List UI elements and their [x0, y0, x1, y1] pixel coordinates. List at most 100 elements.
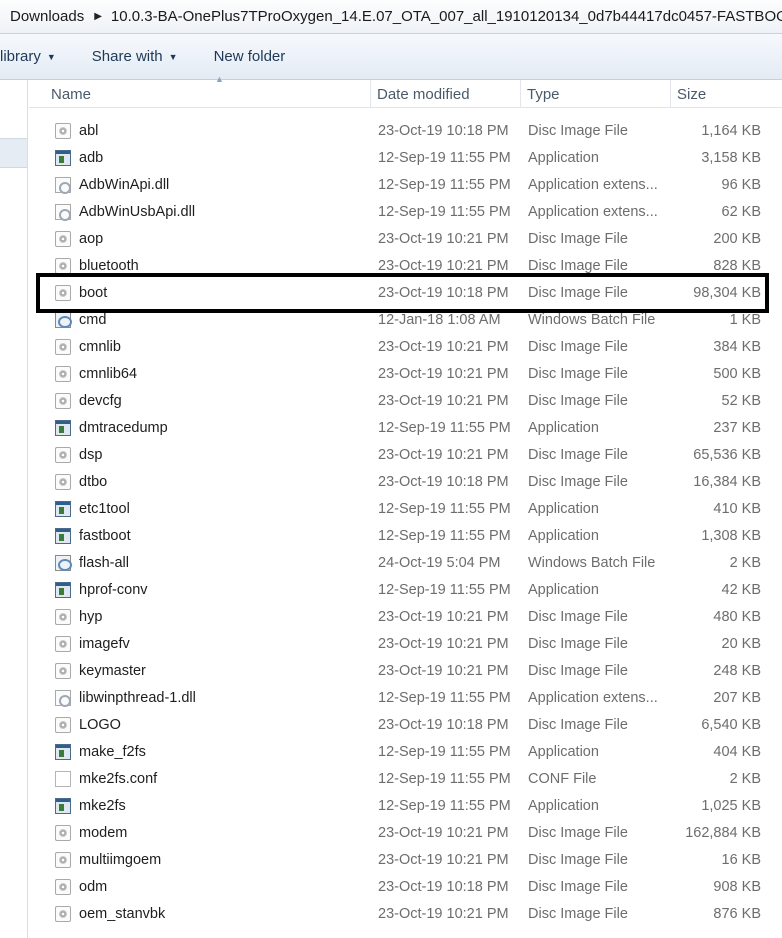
file-name[interactable]: hprof-conv — [79, 576, 369, 603]
file-name[interactable]: dtbo — [79, 468, 369, 495]
file-name[interactable]: make_f2fs — [79, 738, 369, 765]
file-row[interactable]: aop 23-Oct-19 10:21 PM Disc Image File 200 … — [29, 225, 782, 252]
file-type: Disc Image File — [528, 284, 628, 301]
file-row[interactable]: odm 23-Oct-19 10:18 PM Disc Image File 908 … — [29, 873, 782, 900]
file-name[interactable]: AdbWinUsbApi.dll — [79, 198, 369, 225]
file-date-modified: 12-Jan-18 1:08 AM — [378, 311, 501, 328]
file-row[interactable]: make_f2fs 12-Sep-19 11:55 PM Application 40… — [29, 738, 782, 765]
file-name[interactable]: multiimgoem — [79, 846, 369, 873]
share-with-button[interactable]: Share with ▼ — [82, 41, 188, 73]
file-row[interactable]: AdbWinApi.dll 12-Sep-19 11:55 PM Applicati… — [29, 171, 782, 198]
file-name[interactable]: abl — [79, 117, 369, 144]
file-row[interactable]: keymaster 23-Oct-19 10:21 PM Disc Image Fi… — [29, 657, 782, 684]
file-name[interactable]: modem — [79, 819, 369, 846]
file-name[interactable]: hyp — [79, 603, 369, 630]
disc-image-icon — [55, 824, 71, 841]
file-icon-cell — [53, 360, 73, 387]
file-name[interactable]: bluetooth — [79, 252, 369, 279]
file-size: 237 KB — [713, 419, 761, 436]
disc-image-icon — [55, 338, 71, 355]
file-type: Application extens... — [528, 689, 658, 706]
file-type: Application — [528, 797, 599, 814]
file-row[interactable]: LOGO 23-Oct-19 10:18 PM Disc Image File 6,5… — [29, 711, 782, 738]
file-type: Disc Image File — [528, 824, 628, 841]
file-list[interactable]: ▲ Name Date modified Type Size abl 23-Oct… — [29, 74, 782, 938]
file-row[interactable]: dtbo 23-Oct-19 10:18 PM Disc Image File 16,… — [29, 468, 782, 495]
file-name[interactable]: devcfg — [79, 387, 369, 414]
dll-icon — [55, 689, 71, 707]
file-name[interactable]: odm — [79, 873, 369, 900]
navigation-pane-selected-item[interactable] — [0, 138, 27, 168]
file-name[interactable]: aop — [79, 225, 369, 252]
new-folder-button[interactable]: New folder — [204, 41, 296, 73]
file-name[interactable]: cmnlib64 — [79, 360, 369, 387]
file-name[interactable]: AdbWinApi.dll — [79, 171, 369, 198]
file-row[interactable]: multiimgoem 23-Oct-19 10:21 PM Disc Image … — [29, 846, 782, 873]
file-row[interactable]: adb 12-Sep-19 11:55 PM Application 3,158 KB — [29, 144, 782, 171]
file-row[interactable]: dsp 23-Oct-19 10:21 PM Disc Image File 65,5… — [29, 441, 782, 468]
file-name[interactable]: oem_stanvbk — [79, 900, 369, 927]
file-date-modified: 12-Sep-19 11:55 PM — [378, 149, 511, 166]
file-row[interactable]: mke2fs.conf 12-Sep-19 11:55 PM CONF File 2 … — [29, 765, 782, 792]
column-header-name[interactable]: ▲ Name — [45, 74, 370, 108]
file-size: 828 KB — [713, 257, 761, 274]
include-in-library-label: library — [0, 48, 41, 65]
file-size: 384 KB — [713, 338, 761, 355]
file-row[interactable]: abl 23-Oct-19 10:18 PM Disc Image File 1,16… — [29, 117, 782, 144]
file-type: Disc Image File — [528, 365, 628, 382]
file-row[interactable]: mke2fs 12-Sep-19 11:55 PM Application 1,025… — [29, 792, 782, 819]
file-size: 404 KB — [713, 743, 761, 760]
file-size: 876 KB — [713, 905, 761, 922]
file-name[interactable]: etc1tool — [79, 495, 369, 522]
file-row[interactable]: hyp 23-Oct-19 10:21 PM Disc Image File 480 … — [29, 603, 782, 630]
chevron-down-icon: ▼ — [168, 51, 178, 62]
column-headers: ▲ Name Date modified Type Size — [29, 74, 782, 108]
column-header-size[interactable]: Size — [670, 80, 782, 108]
breadcrumb-root[interactable]: Downloads — [10, 8, 84, 25]
file-name[interactable]: flash-all — [79, 549, 369, 576]
file-date-modified: 12-Sep-19 11:55 PM — [378, 797, 511, 814]
column-header-date-modified[interactable]: Date modified — [370, 80, 520, 108]
file-name[interactable]: imagefv — [79, 630, 369, 657]
column-header-type[interactable]: Type — [520, 80, 670, 108]
file-name[interactable]: fastboot — [79, 522, 369, 549]
file-row[interactable]: fastboot 12-Sep-19 11:55 PM Application 1,3… — [29, 522, 782, 549]
file-row[interactable]: etc1tool 12-Sep-19 11:55 PM Application 410… — [29, 495, 782, 522]
file-name[interactable]: mke2fs — [79, 792, 369, 819]
file-row[interactable]: cmnlib64 23-Oct-19 10:21 PM Disc Image Fil… — [29, 360, 782, 387]
breadcrumb-current-folder[interactable]: 10.0.3-BA-OnePlus7TProOxygen_14.E.07_OTA… — [111, 8, 782, 25]
file-row[interactable]: AdbWinUsbApi.dll 12-Sep-19 11:55 PM Applic… — [29, 198, 782, 225]
file-row[interactable]: boot 23-Oct-19 10:18 PM Disc Image File 98,… — [29, 279, 782, 306]
file-name[interactable]: adb — [79, 144, 369, 171]
navigation-pane[interactable] — [0, 80, 28, 938]
breadcrumb[interactable]: Downloads ▶ 10.0.3-BA-OnePlus7TProOxygen… — [0, 0, 782, 34]
file-name[interactable]: mke2fs.conf — [79, 765, 369, 792]
file-row[interactable]: cmnlib 23-Oct-19 10:21 PM Disc Image File 3… — [29, 333, 782, 360]
file-name[interactable]: LOGO — [79, 711, 369, 738]
file-row[interactable]: imagefv 23-Oct-19 10:21 PM Disc Image File… — [29, 630, 782, 657]
include-in-library-button[interactable]: library ▼ — [0, 41, 66, 73]
file-type: Disc Image File — [528, 338, 628, 355]
file-row[interactable]: modem 23-Oct-19 10:21 PM Disc Image File 16… — [29, 819, 782, 846]
file-name[interactable]: libwinpthread-1.dll — [79, 684, 369, 711]
file-size: 20 KB — [721, 635, 762, 652]
file-name[interactable]: dmtracedump — [79, 414, 369, 441]
file-row[interactable]: cmd 12-Jan-18 1:08 AM Windows Batch File 1 … — [29, 306, 782, 333]
file-row[interactable]: oem_stanvbk 23-Oct-19 10:21 PM Disc Image … — [29, 900, 782, 927]
file-row[interactable]: flash-all 24-Oct-19 5:04 PM Windows Batch … — [29, 549, 782, 576]
file-row[interactable]: devcfg 23-Oct-19 10:21 PM Disc Image File 5… — [29, 387, 782, 414]
file-name[interactable]: keymaster — [79, 657, 369, 684]
file-row[interactable]: hprof-conv 12-Sep-19 11:55 PM Application 4… — [29, 576, 782, 603]
file-name[interactable]: cmd — [79, 306, 369, 333]
file-icon-cell — [53, 549, 73, 576]
file-name[interactable]: dsp — [79, 441, 369, 468]
file-name[interactable]: boot — [79, 279, 369, 306]
file-size: 1,164 KB — [701, 122, 761, 139]
file-row[interactable]: dmtracedump 12-Sep-19 11:55 PM Application… — [29, 414, 782, 441]
file-row[interactable]: bluetooth 23-Oct-19 10:21 PM Disc Image Fi… — [29, 252, 782, 279]
file-date-modified: 23-Oct-19 10:21 PM — [378, 257, 509, 274]
breadcrumb-arrow-icon[interactable]: ▶ — [94, 11, 102, 22]
file-row[interactable]: libwinpthread-1.dll 12-Sep-19 11:55 PM App… — [29, 684, 782, 711]
file-rows: abl 23-Oct-19 10:18 PM Disc Image File 1,16… — [29, 117, 782, 927]
file-name[interactable]: cmnlib — [79, 333, 369, 360]
